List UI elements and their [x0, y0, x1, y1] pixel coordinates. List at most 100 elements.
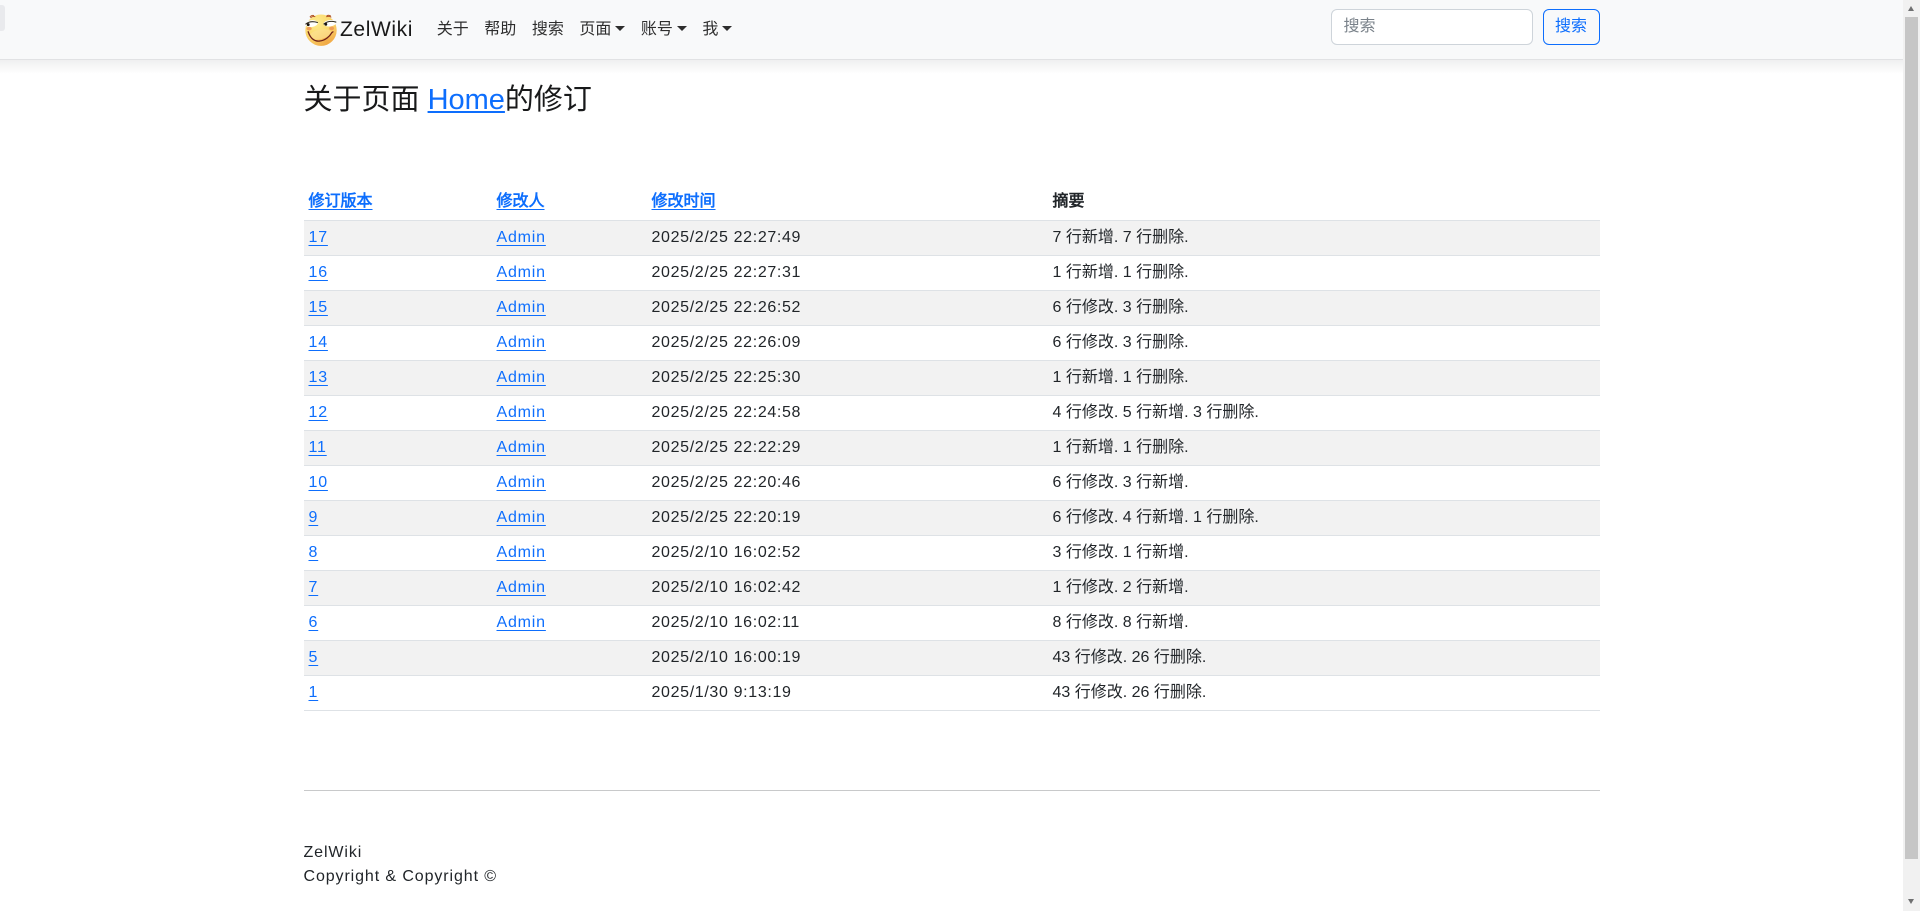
- column-header-time-link[interactable]: 修改时间: [652, 193, 716, 210]
- revision-row-8: 8Admin2025/2/10 16:02:523 行修改. 1 行新增.: [304, 535, 1600, 570]
- nav-link-4[interactable]: 账号: [633, 10, 695, 50]
- dropdown-caret-icon: [677, 26, 687, 31]
- cell-author: Admin: [492, 290, 647, 325]
- scrollbar-thumb[interactable]: [1905, 17, 1918, 859]
- cell-revision: 9: [304, 500, 492, 535]
- footer: ZelWiki Copyright & Copyright ©: [304, 841, 1600, 889]
- scrollbar-up-button[interactable]: [1903, 0, 1920, 17]
- revision-link[interactable]: 12: [309, 404, 328, 421]
- revision-link[interactable]: 15: [309, 299, 328, 316]
- revision-row-14: 14 Admin 2025/2/25 22:26:096 行修改. 3 行删除.: [304, 325, 1600, 360]
- revision-link[interactable]: 6: [309, 614, 319, 631]
- revision-link[interactable]: 9: [309, 509, 319, 526]
- cell-summary: 6 行修改. 3 行新增.: [1048, 465, 1600, 500]
- search-input[interactable]: [1331, 9, 1533, 45]
- cell-author: [492, 640, 647, 675]
- nav-link-2[interactable]: 搜索: [524, 10, 572, 50]
- cell-time: 2025/1/30 9:13:19: [647, 675, 1048, 710]
- cell-time: 2025/2/10 16:02:52: [647, 535, 1048, 570]
- revision-link[interactable]: 13: [309, 369, 328, 386]
- revision-link[interactable]: 17: [309, 229, 328, 246]
- nav-link-1[interactable]: 帮助: [477, 10, 525, 50]
- revision-link[interactable]: 14: [309, 334, 328, 351]
- revision-link[interactable]: 8: [309, 544, 319, 561]
- column-header-revision-link[interactable]: 修订版本: [309, 193, 373, 210]
- cell-summary: 1 行修改. 2 行新增.: [1048, 570, 1600, 605]
- cell-revision: 11: [304, 430, 492, 465]
- author-link[interactable]: Admin: [497, 614, 546, 631]
- cell-time: 2025/2/25 22:20:46: [647, 465, 1048, 500]
- author-link[interactable]: Admin: [497, 334, 546, 351]
- revision-row-9: 9Admin2025/2/25 22:20:196 行修改. 4 行新增. 1 …: [304, 500, 1600, 535]
- footer-copyright: Copyright & Copyright ©: [304, 865, 1600, 889]
- revision-row-15: 15Admin2025/2/25 22:26:526 行修改. 3 行删除.: [304, 290, 1600, 325]
- page-title-prefix: 关于页面: [304, 84, 428, 116]
- revision-link[interactable]: 16: [309, 264, 328, 281]
- cell-summary: 6 行修改. 3 行删除.: [1048, 325, 1600, 360]
- cell-revision: 6: [304, 605, 492, 640]
- revision-row-13: 13 Admin 2025/2/25 22:25:301 行新增. 1 行删除.: [304, 360, 1600, 395]
- cell-revision: 7: [304, 570, 492, 605]
- nav-item-2: 搜索: [524, 10, 572, 50]
- cell-author: Admin: [492, 430, 647, 465]
- brand-name: ZelWiki: [340, 15, 413, 45]
- cell-time: 2025/2/25 22:24:58: [647, 395, 1048, 430]
- vertical-scrollbar[interactable]: [1903, 0, 1920, 911]
- revision-row-16: 16Admin2025/2/25 22:27:311 行新增. 1 行删除.: [304, 255, 1600, 290]
- cell-summary: 1 行新增. 1 行删除.: [1048, 360, 1600, 395]
- cell-revision: 13: [304, 360, 492, 395]
- revision-row-11: 11Admin2025/2/25 22:22:291 行新增. 1 行删除.: [304, 430, 1600, 465]
- cell-author: Admin: [492, 605, 647, 640]
- search-button[interactable]: 搜索: [1543, 9, 1600, 45]
- nav-item-0: 关于: [429, 10, 477, 50]
- cell-time: 2025/2/25 22:27:49: [647, 220, 1048, 255]
- revision-row-6: 6Admin2025/2/10 16:02:118 行修改. 8 行新增.: [304, 605, 1600, 640]
- footer-divider: [304, 790, 1600, 791]
- revision-row-12: 12 Admin 2025/2/25 22:24:584 行修改. 5 行新增. 3…: [304, 395, 1600, 430]
- scrollbar-down-button[interactable]: [1903, 894, 1920, 911]
- cell-author: Admin: [492, 255, 647, 290]
- author-link[interactable]: Admin: [497, 544, 546, 561]
- cell-revision: 5: [304, 640, 492, 675]
- column-header-summary: 摘要: [1048, 185, 1600, 221]
- nav-item-4: 账号: [633, 10, 695, 50]
- author-link[interactable]: Admin: [497, 404, 546, 421]
- nav-link-5[interactable]: 我: [695, 10, 741, 50]
- author-link[interactable]: Admin: [497, 229, 546, 246]
- brand-link[interactable]: ZelWiki: [304, 13, 414, 46]
- cell-summary: 6 行修改. 3 行删除.: [1048, 290, 1600, 325]
- cell-revision: 16: [304, 255, 492, 290]
- page: ZelWiki 关于帮助搜索页面账号我 搜索 关于页面 Home的修订 修订版本…: [0, 0, 1903, 889]
- revision-link[interactable]: 7: [309, 579, 319, 596]
- author-link[interactable]: Admin: [497, 299, 546, 316]
- cell-time: 2025/2/25 22:26:09: [647, 325, 1048, 360]
- cell-revision: 10: [304, 465, 492, 500]
- author-link[interactable]: Admin: [497, 474, 546, 491]
- revision-link[interactable]: 10: [309, 474, 328, 491]
- cell-revision: 1: [304, 675, 492, 710]
- cell-summary: 4 行修改. 5 行新增. 3 行删除.: [1048, 395, 1600, 430]
- author-link[interactable]: Admin: [497, 369, 546, 386]
- cell-summary: 43 行修改. 26 行删除.: [1048, 640, 1600, 675]
- revision-row-17: 17 Admin 2025/2/25 22:27:497 行新增. 7 行删除.: [304, 220, 1600, 255]
- author-link[interactable]: Admin: [497, 264, 546, 281]
- author-link[interactable]: Admin: [497, 579, 546, 596]
- cell-author: Admin: [492, 360, 647, 395]
- revision-link[interactable]: 5: [309, 649, 319, 666]
- navbar-shadow: [0, 60, 1903, 74]
- column-header-author-link[interactable]: 修改人: [497, 193, 545, 210]
- cell-summary: 7 行新增. 7 行删除.: [1048, 220, 1600, 255]
- nav-link-3[interactable]: 页面: [572, 10, 634, 50]
- cell-author: Admin: [492, 395, 647, 430]
- column-header-revision: 修订版本: [304, 185, 492, 221]
- cell-time: 2025/2/25 22:25:30: [647, 360, 1048, 395]
- navbar: ZelWiki 关于帮助搜索页面账号我 搜索: [0, 0, 1920, 60]
- author-link[interactable]: Admin: [497, 439, 546, 456]
- nav-link-0[interactable]: 关于: [429, 10, 477, 50]
- navbar-search-form: 搜索: [1331, 9, 1600, 45]
- revision-link[interactable]: 11: [309, 439, 327, 456]
- author-link[interactable]: Admin: [497, 509, 546, 526]
- revision-link[interactable]: 1: [309, 684, 319, 701]
- page-title-home-link[interactable]: Home: [428, 84, 505, 116]
- cell-summary: 6 行修改. 4 行新增. 1 行删除.: [1048, 500, 1600, 535]
